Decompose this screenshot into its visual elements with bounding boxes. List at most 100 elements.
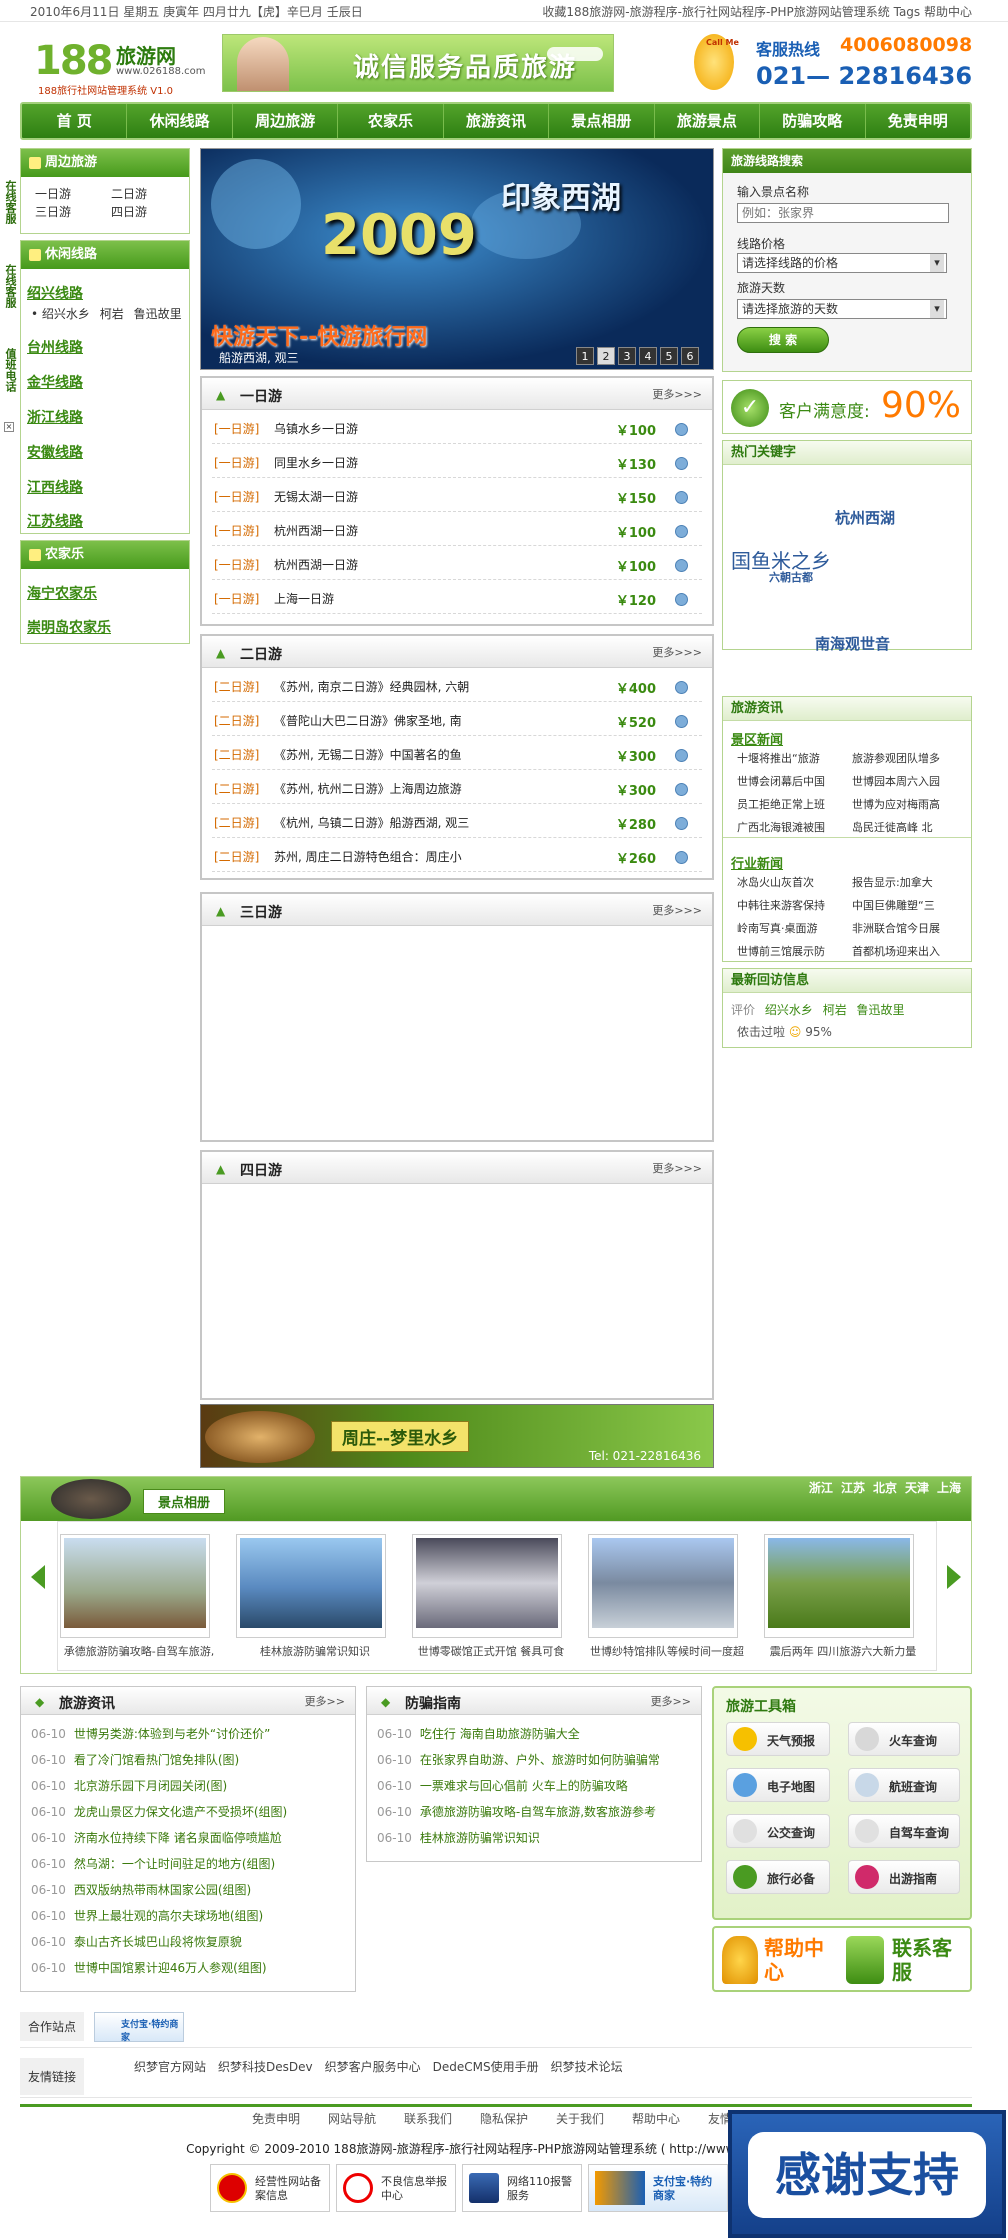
tool-button[interactable]: 旅行必备 (726, 1860, 830, 1894)
nav-item[interactable]: 旅游景点 (655, 104, 761, 138)
news-link[interactable]: 然乌湖：一个让时间驻足的地方(组图) (74, 1857, 275, 1871)
news-item[interactable]: 06-10 西双版纳热带雨林国家公园(组图) (31, 1877, 345, 1903)
news-link[interactable]: 桂林旅游防骗常识知识 (420, 1831, 540, 1845)
news-item[interactable]: 06-10 泰山古齐长城巴山段将恢复原貌 (31, 1929, 345, 1955)
news-link[interactable]: 十堰将推出“旅游 (737, 749, 852, 769)
news-link[interactable]: 世博另类游:体验到与老外“讨价还价” (74, 1727, 270, 1741)
footer-link[interactable]: 隐私保护 (480, 2112, 528, 2126)
keyword-link[interactable]: 杭州西湖 (835, 507, 895, 528)
nav-item[interactable]: 休闲线路 (127, 104, 233, 138)
news-link[interactable]: 泰山古齐长城巴山段将恢复原貌 (74, 1935, 242, 1949)
top-links[interactable]: 收藏188旅游网-旅游程序-旅行社网站程序-PHP旅游网站管理系统 Tags 帮… (542, 3, 972, 20)
review-link[interactable]: 柯岩 (823, 1003, 847, 1017)
info-icon[interactable] (675, 681, 688, 694)
city-link[interactable]: 浙江 (809, 1481, 833, 1495)
footer-badge[interactable]: 不良信息举报中心 (336, 2164, 456, 2212)
tool-button[interactable]: 电子地图 (726, 1768, 830, 1802)
info-icon[interactable] (675, 715, 688, 728)
footer-link[interactable]: 免责申明 (252, 2112, 300, 2126)
tool-button[interactable]: 公交查询 (726, 1814, 830, 1848)
news-link[interactable]: 首都机场迎来出入 (852, 942, 967, 962)
route-link[interactable]: 安徽线路 (27, 442, 83, 462)
gallery-thumb[interactable]: 承德旅游防骗攻略-自驾车旅游, (60, 1534, 214, 1658)
footer-link[interactable]: 关于我们 (556, 2112, 604, 2126)
news-link[interactable]: 中国巨佛雕塑“三 (852, 896, 967, 916)
news-link[interactable]: 北京游乐园下月闭园关闭(图) (74, 1779, 227, 1793)
nearby-item[interactable]: 二日游 (111, 185, 147, 202)
slider-page-button[interactable]: 4 (639, 347, 657, 365)
more-link[interactable]: 更多>>> (652, 1160, 702, 1176)
news-link[interactable]: 承德旅游防骗攻略-自驾车旅游,数客旅游参考 (420, 1805, 656, 1819)
price-select[interactable]: 请选择线路的价格 (737, 253, 947, 273)
route-name-link[interactable]: 《普陀山大巴二日游》佛家圣地, 南 (274, 712, 462, 729)
nav-item[interactable]: 免责申明 (866, 104, 970, 138)
slider-page-button[interactable]: 3 (618, 347, 636, 365)
farm-link[interactable]: 崇明岛农家乐 (27, 617, 111, 637)
float-tab-2[interactable]: 在线客服 (0, 264, 18, 334)
route-name-link[interactable]: 《苏州, 无锡二日游》中国著名的鱼 (274, 746, 462, 763)
gallery-caption[interactable]: 震后两年 四川旅游六大新力量 (761, 1643, 925, 1659)
news-link[interactable]: 在张家界自助游、户外、旅游时如何防骗骗常 (420, 1753, 660, 1767)
site-logo[interactable]: 188 旅游网 www.026188.com 188旅行社网站管理系统 V1.0 (34, 38, 214, 100)
tool-button[interactable]: 航班查询 (848, 1768, 960, 1802)
nav-item[interactable]: 首 页 (22, 104, 128, 138)
news-link[interactable]: 世博会闭幕后中国 (737, 772, 852, 792)
news-link[interactable]: 岭南写真·桌面游 (737, 919, 852, 939)
route-name-link[interactable]: 无锡太湖一日游 (274, 488, 358, 505)
route-sub-link[interactable]: 柯岩 (100, 307, 124, 321)
footer-link[interactable]: 联系我们 (404, 2112, 452, 2126)
slider-page-button[interactable]: 2 (597, 347, 615, 365)
friend-link[interactable]: 织梦客户服务中心 (325, 2060, 421, 2074)
news-link[interactable]: 世博前三馆展示防 (737, 942, 852, 962)
info-icon[interactable] (675, 423, 688, 436)
route-link[interactable]: 江苏线路 (27, 511, 83, 531)
nearby-item[interactable]: 四日游 (111, 203, 147, 220)
search-button[interactable]: 搜 索 (737, 327, 829, 353)
city-link[interactable]: 天津 (905, 1481, 929, 1495)
more-link[interactable]: 更多>>> (652, 386, 702, 402)
route-name-link[interactable]: 上海一日游 (274, 590, 334, 607)
gallery-thumb[interactable]: 世博纱特馆排队等候时间一度超 (588, 1534, 744, 1658)
news-item[interactable]: 06-10 北京游乐园下月闭园关闭(图) (31, 1773, 345, 1799)
route-name-link[interactable]: 《苏州, 南京二日游》经典园林, 六朝 (274, 678, 469, 695)
news-link[interactable]: 世界上最壮观的高尔夫球场地(组图) (74, 1909, 263, 1923)
keyword-link[interactable]: 六朝古都 (769, 569, 813, 585)
footer-badge[interactable]: 网络110报警服务 (462, 2164, 582, 2212)
route-row[interactable]: [二日游] 《杭州, 乌镇二日游》船游西湖, 观三 ￥280 (212, 804, 702, 838)
news-link[interactable]: 员工拒绝正常上班 (737, 795, 852, 815)
route-link[interactable]: 江西线路 (27, 477, 83, 497)
help-center-button[interactable]: 帮助中心 (764, 1936, 824, 1984)
route-name-link[interactable]: 同里水乡一日游 (274, 454, 358, 471)
gallery-caption[interactable]: 桂林旅游防骗常识知识 (233, 1643, 397, 1659)
route-name-link[interactable]: 《杭州, 乌镇二日游》船游西湖, 观三 (274, 814, 469, 831)
nav-item[interactable]: 防骗攻略 (760, 104, 866, 138)
gallery-prev-icon[interactable] (31, 1565, 45, 1589)
review-link[interactable]: 绍兴水乡 (765, 1003, 813, 1017)
info-icon[interactable] (675, 457, 688, 470)
news-item[interactable]: 06-10 承德旅游防骗攻略-自驾车旅游,数客旅游参考 (377, 1799, 691, 1825)
news-item[interactable]: 06-10 世博另类游:体验到与老外“讨价还价” (31, 1721, 345, 1747)
news-link[interactable]: 济南水位持续下降 诸名泉面临停喷尴尬 (74, 1831, 282, 1845)
news-item[interactable]: 06-10 桂林旅游防骗常识知识 (377, 1825, 691, 1851)
nearby-item[interactable]: 三日游 (35, 203, 71, 220)
float-tab-1[interactable]: 在线客服 (0, 180, 18, 250)
news-link[interactable]: 中韩往来游客保持 (737, 896, 852, 916)
news-link[interactable]: 广西北海银滩被围 (737, 818, 852, 838)
news-link[interactable]: 西双版纳热带雨林国家公园(组图) (74, 1883, 251, 1897)
gallery-thumb[interactable]: 桂林旅游防骗常识知识 (236, 1534, 386, 1658)
route-link[interactable]: 金华线路 (27, 372, 83, 392)
more-link[interactable]: 更多>> (651, 1693, 691, 1709)
gallery-next-icon[interactable] (947, 1565, 961, 1589)
thanks-ad[interactable]: 感谢支持 (728, 2110, 1006, 2238)
route-name-link[interactable]: 苏州, 周庄二日游特色组合：周庄小 (274, 848, 462, 865)
route-row[interactable]: [二日游] 《苏州, 杭州二日游》上海周边旅游 ￥300 (212, 770, 702, 804)
news-item[interactable]: 06-10 然乌湖：一个让时间驻足的地方(组图) (31, 1851, 345, 1877)
hero-slider[interactable]: 印象西湖 2009 快游天下--快游旅行网 船游西湖, 观三 123456 (200, 148, 714, 370)
nav-item[interactable]: 周边旅游 (233, 104, 339, 138)
nav-item[interactable]: 旅游资讯 (444, 104, 550, 138)
review-link[interactable]: 鲁迅故里 (857, 1003, 905, 1017)
news-link[interactable]: 一票难求与回心倡前 火车上的防骗攻略 (420, 1779, 628, 1793)
city-link[interactable]: 北京 (873, 1481, 897, 1495)
contact-service-button[interactable]: 联系客服 (892, 1936, 952, 1984)
news-item[interactable]: 06-10 吃住行 海南自助旅游防骗大全 (377, 1721, 691, 1747)
